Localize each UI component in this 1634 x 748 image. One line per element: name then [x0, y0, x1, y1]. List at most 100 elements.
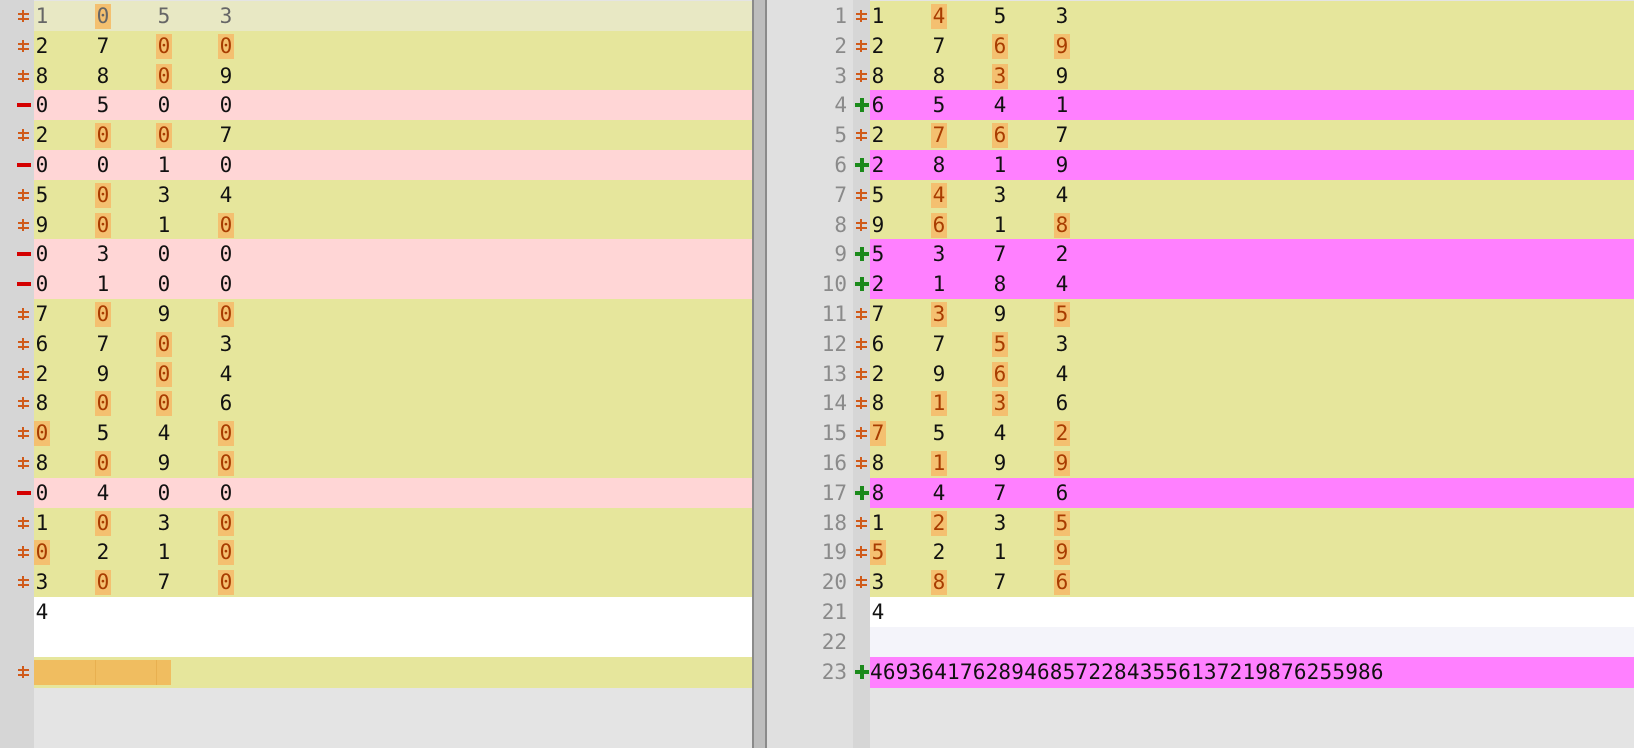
line-number: 14 [821, 391, 847, 416]
cell-value: 3 [35, 570, 49, 595]
right-diff-line[interactable] [870, 626, 1634, 658]
cell-value: 0 [218, 421, 234, 447]
left-diff-line[interactable]: 8 8 0 9 [34, 60, 752, 92]
left-diff-line[interactable]: 5 0 3 4 [34, 179, 752, 211]
right-diff-line[interactable]: 5 2 1 9 [870, 537, 1634, 569]
cell-value: 2 [871, 361, 885, 386]
cell-value: 9 [993, 302, 1007, 326]
cell-value: 6 [992, 361, 1008, 387]
left-diff-line[interactable]: 8 0 9 0 [34, 448, 752, 479]
left-diff-line[interactable]: 9 0 1 0 [34, 209, 752, 241]
changed-line-icon [17, 456, 31, 470]
left-diff-line[interactable]: 0 3 0 0 [34, 239, 752, 271]
right-diff-line[interactable]: 4693641762894685722843556137219876255986 [870, 656, 1634, 688]
added-line-icon [855, 98, 869, 113]
changed-line-icon [17, 69, 31, 83]
left-diff-line[interactable] [34, 626, 752, 658]
cell-value: 0 [95, 123, 111, 149]
left-diff-line[interactable]: 0 5 0 0 [34, 90, 752, 122]
changed-line-icon [855, 545, 869, 559]
right-diff-line[interactable]: 3 8 7 6 [870, 567, 1634, 599]
right-diff-line[interactable]: 8 8 3 9 [870, 60, 1634, 92]
left-diff-line[interactable]: 7 0 9 0 [34, 299, 752, 330]
added-line-icon [855, 485, 869, 500]
cell-value: 0 [156, 123, 172, 149]
right-diff-line[interactable]: 8 4 7 6 [870, 477, 1634, 509]
deleted-line-icon [17, 98, 31, 112]
right-diff-line[interactable]: 2 9 6 4 [870, 358, 1634, 390]
cell-value: 9 [1054, 540, 1070, 566]
cell-value: 1 [993, 153, 1007, 177]
left-diff-line[interactable]: 0 5 4 0 [34, 418, 752, 450]
right-diff-line[interactable]: 6 5 4 1 [870, 90, 1634, 122]
right-diff-line[interactable]: 5 4 3 4 [870, 179, 1634, 211]
cell-value: 8 [932, 153, 946, 177]
cell-value: 5 [993, 4, 1007, 28]
cell-value: 0 [35, 480, 49, 505]
line-number: 2 [834, 33, 847, 58]
cell-value: 1 [1055, 93, 1069, 118]
cell-value: 9 [993, 451, 1007, 475]
cell-value: 1 [35, 4, 49, 28]
left-diff-line[interactable]: 3 0 7 0 [34, 567, 752, 599]
changed-line-icon [17, 575, 31, 589]
cell-value: 8 [993, 272, 1007, 297]
cell-value: 3 [1055, 4, 1069, 28]
cell-value: 0 [156, 331, 172, 357]
left-diff-line[interactable]: 0 1 0 0 [34, 269, 752, 301]
line-number: 16 [821, 451, 847, 475]
cell-value: 5 [96, 421, 110, 446]
right-diff-pane[interactable]: 1453127692883936541427675281965434796188… [767, 0, 1634, 748]
line-number: 9 [834, 242, 847, 267]
cell-value: 6 [1054, 570, 1070, 596]
cell-value: 3 [96, 242, 110, 267]
left-diff-line[interactable]: 0 2 1 0 [34, 537, 752, 569]
cell-value: 4 [157, 421, 171, 446]
right-diff-line[interactable]: 8 1 9 9 [870, 448, 1634, 479]
cell-value: 9 [1055, 153, 1069, 177]
cell-value: 0 [35, 93, 49, 118]
right-diff-line[interactable]: 9 6 1 8 [870, 209, 1634, 241]
cell-value: 8 [931, 570, 947, 596]
right-diff-line[interactable]: 2 7 6 9 [870, 30, 1634, 62]
cell-value: 7 [993, 242, 1007, 267]
left-diff-line[interactable]: 1 0 5 3 [34, 1, 752, 32]
right-diff-line[interactable]: 2 7 6 7 [870, 120, 1634, 152]
cell-value: 0 [219, 242, 233, 267]
left-diff-line[interactable]: 1 0 3 0 [34, 507, 752, 539]
cell-value: 6 [1055, 391, 1069, 416]
left-diff-line[interactable]: 4 [34, 597, 752, 628]
line-text: 4693641762894685722843556137219876255986 [870, 659, 1384, 684]
line-number: 7 [834, 182, 847, 207]
cell-value: 9 [871, 212, 885, 237]
cell-value: 5 [932, 421, 946, 446]
pane-splitter[interactable] [752, 0, 767, 748]
left-diff-line[interactable]: 0 4 0 0 [34, 477, 752, 509]
left-diff-line[interactable]: 2 7 0 0 [34, 30, 752, 62]
left-diff-line[interactable]: 2007 [34, 120, 752, 152]
right-diff-line[interactable]: 1 2 3 5 [870, 507, 1634, 539]
right-diff-line[interactable]: 2 8 1 9 [870, 150, 1634, 181]
left-diff-line[interactable] [34, 656, 752, 688]
right-diff-line[interactable]: 5 3 7 2 [870, 239, 1634, 271]
left-diff-line[interactable]: 6 7 0 3 [34, 328, 752, 360]
left-diff-line[interactable]: 8 0 0 6 [34, 388, 752, 420]
left-diff-pane[interactable]: 1053270088090500200700105034901003000100… [0, 0, 752, 748]
cell-value: 0 [218, 212, 234, 238]
changed-line-icon [17, 218, 31, 232]
right-diff-line[interactable]: 8 1 3 6 [870, 388, 1634, 420]
cell-value: 8 [871, 480, 885, 505]
left-diff-line[interactable]: 2 9 0 4 [34, 358, 752, 390]
cell-value: 8 [932, 63, 946, 88]
cell-value: 5 [870, 540, 886, 566]
left-diff-line[interactable]: 0 0 1 0 [34, 150, 752, 181]
right-diff-line[interactable]: 7 3 9 5 [870, 299, 1634, 330]
right-diff-line[interactable]: 2 1 8 4 [870, 269, 1634, 301]
right-diff-line[interactable]: 7 5 4 2 [870, 418, 1634, 450]
cell-value: 7 [870, 421, 886, 447]
right-diff-line[interactable]: 6 7 5 3 [870, 328, 1634, 360]
cell-value: 3 [219, 4, 233, 28]
right-diff-line[interactable]: 1 4 5 3 [870, 1, 1634, 32]
cell-value: 1 [931, 451, 947, 476]
right-diff-line[interactable]: 4 [870, 597, 1634, 628]
